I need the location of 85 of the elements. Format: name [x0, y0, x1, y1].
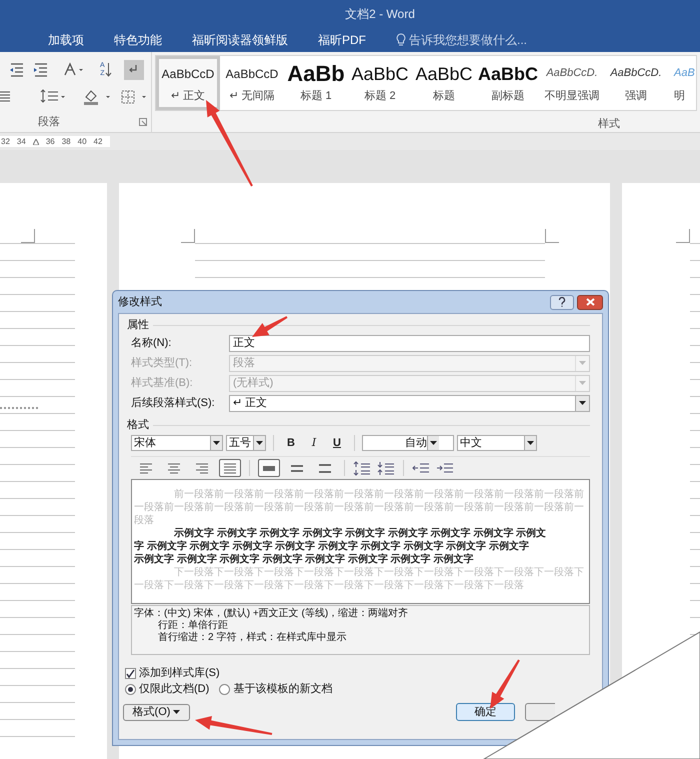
dropdown-caret-icon[interactable] [579, 401, 586, 405]
style-option[interactable]: AaBbCcD ↵ 正文 [156, 56, 220, 110]
borders-icon[interactable] [120, 88, 148, 106]
down-arrow-icon[interactable] [104, 62, 112, 78]
alignment-button[interactable] [219, 459, 241, 477]
close-button[interactable] [577, 294, 603, 310]
description-text: 首行缩进：2 字符，样式：在样式库中显示 [157, 632, 348, 644]
description-text: 行距：单倍行距 [157, 620, 229, 632]
dropdown-caret-icon[interactable] [213, 441, 220, 445]
preview-text: 前一段落前一段落前一段落前一段落前一段落前一段落前一段落前一段落前一段落前一段落前一段落前一段落前一段落前一段落前一段落前一段落前一段落前一段落前一段落前一段落前一段落前一段落 [134, 488, 585, 527]
help-button[interactable] [550, 294, 574, 310]
radio-label: 仅限此文档(D) [139, 682, 210, 697]
ribbon-tab[interactable]: 加载项 [48, 30, 84, 48]
annotation-arrow [252, 316, 288, 337]
decrease-indent-icon[interactable] [8, 61, 26, 79]
dropdown-caret-icon[interactable] [527, 441, 534, 445]
dialog-title: 修改样式 [118, 294, 162, 310]
justify-icon [222, 460, 238, 476]
close-icon[interactable] [586, 298, 594, 306]
dropdown-caret-icon[interactable] [173, 710, 180, 714]
style-option[interactable]: AaBbCcD ↵ 无间隔 [220, 56, 284, 110]
font-size-dropdown[interactable]: 五号 [226, 435, 266, 451]
ruler-number: 32 [1, 138, 10, 146]
increase-indent-icon[interactable] [32, 61, 50, 79]
section-heading: 属性 [127, 318, 149, 333]
field-label: 样式类型(T): [131, 356, 194, 371]
radio-label: 基于该模板的新文档 [233, 682, 332, 697]
window-title: 文档2 - Word [345, 6, 415, 22]
format-menu-button[interactable]: 格式(O) [123, 704, 190, 720]
font-color-dropdown[interactable]: 自动 [362, 435, 454, 451]
checkbox-label: 添加到样式库(S) [139, 666, 220, 681]
dropdown-caret-icon[interactable] [256, 441, 263, 445]
sample-text: 示例文字 示例文字 示例文字 示例文字 示例文字 示例文字 示例文字 示例文字 [134, 553, 474, 566]
ruler-number: 34 [16, 138, 26, 146]
sample-text: 字 示例文字 示例文字 示例文字 示例文字 示例文字 示例文字 示例文字 示例文字 示例文字 [134, 540, 530, 553]
style-option[interactable]: AaBb 标题 1 [284, 56, 348, 110]
lightbulb-icon[interactable] [396, 32, 406, 46]
align-center-icon [166, 460, 182, 476]
preview-text: 下一段落下一段落下一段落下一段落下一段落下一段落下一段落下一段落下一段落下一段落下一段落下一段落下一段落下一段落下一段落下一段落下一段落下一段落下一段落下一段落 [134, 566, 585, 592]
decrease-indent-icon[interactable] [412, 460, 430, 476]
ruler-number: 38 [62, 138, 71, 146]
radio-button[interactable] [219, 684, 230, 694]
style-option[interactable]: AaBbCcD. 不明显强调 [540, 56, 604, 110]
decrease-spacing-icon[interactable] [377, 460, 395, 476]
style-option[interactable]: AaBbCcD. 强调 [604, 56, 668, 110]
description-text: 字体：(中文) 宋体，(默认) +西文正文 (等线)，缩进：两端对齐 [134, 608, 410, 620]
style-option[interactable]: AaBbC 标题 [412, 56, 476, 110]
style-option[interactable]: AaBbC 标题 2 [348, 56, 412, 110]
ruler-number: 42 [94, 138, 102, 146]
section-heading: 格式 [127, 418, 149, 433]
radio-button[interactable] [125, 684, 136, 694]
cancel-button[interactable] [525, 703, 555, 721]
checkbox[interactable] [125, 668, 136, 678]
increase-spacing-icon[interactable] [353, 460, 371, 476]
tell-me-field[interactable]: 告诉我您想要做什么... [409, 30, 528, 48]
font-dropdown[interactable]: 宋体 [131, 435, 223, 451]
field-label: 样式基准(B): [131, 376, 194, 391]
increase-indent-icon[interactable] [436, 460, 454, 476]
align-right-icon [194, 460, 210, 476]
dialog-launcher-icon[interactable] [139, 118, 147, 126]
format-button[interactable]: I [304, 435, 324, 451]
sample-text: 示例文字 示例文字 示例文字 示例文字 示例文字 示例文字 示例文字 示例文字 示例文 [173, 527, 548, 540]
group-label: 样式 [598, 116, 620, 132]
field-label: 名称(N): [131, 336, 172, 351]
indent-marker-icon[interactable] [32, 138, 39, 144]
shading-icon[interactable] [82, 88, 112, 106]
ribbon-tab[interactable]: 福昕PDF [318, 30, 366, 48]
show-marks-icon[interactable] [124, 60, 144, 80]
help-icon[interactable] [558, 297, 566, 307]
align-left-icon [138, 460, 154, 476]
ribbon-tab[interactable]: 福昕阅读器领鲜版 [192, 30, 288, 48]
dropdown-field[interactable]: ↵ 正文 [229, 394, 590, 412]
style-option[interactable]: AaB 明 [668, 56, 696, 110]
ruler-number: 40 [78, 138, 87, 146]
field-label: 后续段落样式(S): [131, 396, 216, 411]
format-button[interactable]: U [327, 435, 347, 451]
dropdown-caret-icon[interactable] [430, 441, 437, 445]
group-label: 段落 [38, 115, 60, 130]
ribbon-tab[interactable]: 特色功能 [114, 30, 162, 48]
line-spacing-button[interactable] [258, 459, 280, 477]
script-dropdown[interactable]: 中文 [457, 435, 537, 451]
format-button[interactable]: B [281, 435, 301, 451]
ruler-number: 36 [46, 138, 55, 146]
name-field[interactable]: 正文 [229, 334, 590, 352]
style-option[interactable]: AaBbC 副标题 [476, 56, 540, 110]
